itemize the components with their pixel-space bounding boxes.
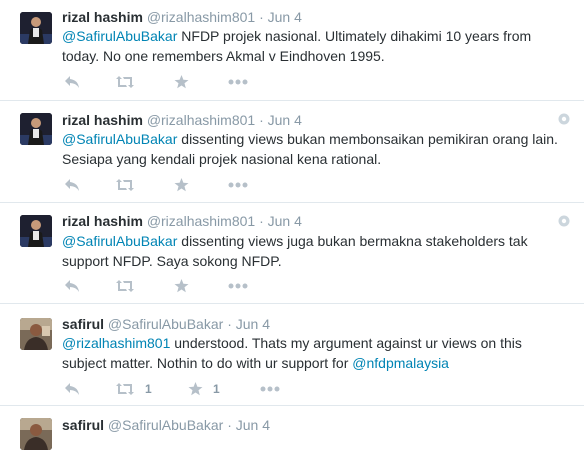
tweet-text-line: subject matter. Nothin to do with ur sup… bbox=[62, 355, 353, 371]
avatar[interactable] bbox=[20, 418, 52, 450]
tweet-header: rizal hashim @rizalhashim801 · Jun 4 bbox=[62, 111, 302, 129]
tweet[interactable]: rizal hashim @rizalhashim801 · Jun 4 @Sa… bbox=[0, 203, 584, 304]
user-fullname[interactable]: rizal hashim bbox=[62, 9, 143, 25]
more-button[interactable] bbox=[228, 175, 248, 195]
tweet[interactable]: rizal hashim @rizalhashim801 · Jun 4 @Sa… bbox=[0, 101, 584, 203]
tweet-header: rizal hashim @rizalhashim801 · Jun 4 bbox=[62, 212, 302, 230]
reply-icon bbox=[65, 383, 79, 395]
separator: · bbox=[259, 112, 264, 128]
favorite-button[interactable] bbox=[174, 72, 189, 92]
mention-link[interactable]: @SafirulAbuBakar bbox=[62, 233, 177, 249]
mention-link[interactable]: @SafirulAbuBakar bbox=[62, 28, 177, 44]
mention-link[interactable]: @SafirulAbuBakar bbox=[62, 131, 177, 147]
favorite-button[interactable] bbox=[174, 276, 189, 296]
tweet-text: @rizalhashim801 understood. Thats my arg… bbox=[62, 333, 572, 373]
tweet-timestamp[interactable]: Jun 4 bbox=[268, 9, 302, 25]
tweet-header: rizal hashim @rizalhashim801 · Jun 4 bbox=[62, 8, 302, 26]
separator: · bbox=[259, 213, 264, 229]
favorite-button[interactable] bbox=[174, 175, 189, 195]
avatar[interactable] bbox=[20, 318, 52, 350]
retweet-icon bbox=[116, 280, 134, 292]
user-fullname[interactable]: safirul bbox=[62, 417, 104, 433]
favorite-icon bbox=[174, 279, 189, 293]
more-icon bbox=[228, 79, 248, 85]
tweet-timestamp[interactable]: Jun 4 bbox=[236, 316, 270, 332]
avatar[interactable] bbox=[20, 12, 52, 44]
tweet-actions bbox=[62, 276, 362, 296]
retweet-icon bbox=[116, 76, 134, 88]
reply-button[interactable] bbox=[64, 72, 80, 92]
user-fullname[interactable]: safirul bbox=[62, 316, 104, 332]
gear-icon[interactable] bbox=[558, 215, 570, 227]
tweet-text: @SafirulAbuBakar NFDP projek nasional. U… bbox=[62, 26, 572, 66]
more-icon bbox=[228, 182, 248, 188]
avatar[interactable] bbox=[20, 215, 52, 247]
more-icon bbox=[260, 386, 280, 392]
separator: · bbox=[259, 9, 264, 25]
user-handle[interactable]: @SafirulAbuBakar bbox=[108, 417, 223, 433]
tweet-actions bbox=[62, 175, 362, 195]
retweet-button[interactable]: 1 bbox=[115, 379, 152, 399]
user-handle[interactable]: @rizalhashim801 bbox=[147, 9, 255, 25]
favorite-icon bbox=[174, 178, 189, 192]
tweet-timestamp[interactable]: Jun 4 bbox=[236, 417, 270, 433]
separator: · bbox=[227, 417, 232, 433]
tweet-timestamp[interactable]: Jun 4 bbox=[268, 213, 302, 229]
tweet-text-part: NFDP projek nasional. Ultimately dihakim… bbox=[177, 28, 532, 44]
retweet-count: 1 bbox=[145, 382, 152, 396]
tweet-text-part: understood. Thats my argument against ur… bbox=[170, 335, 522, 351]
tweet-text: @SafirulAbuBakar dissenting views bukan … bbox=[62, 129, 572, 169]
reply-button[interactable] bbox=[64, 175, 80, 195]
favorite-icon bbox=[188, 382, 203, 396]
tweet-header: safirul @SafirulAbuBakar · Jun 4 bbox=[62, 315, 270, 333]
favorite-count: 1 bbox=[213, 382, 220, 396]
tweet-text-part: dissenting views juga bukan bermakna sta… bbox=[177, 233, 528, 249]
reply-icon bbox=[65, 76, 79, 88]
more-button[interactable] bbox=[228, 276, 248, 296]
more-button[interactable] bbox=[260, 379, 280, 399]
retweet-icon bbox=[116, 179, 134, 191]
tweet[interactable]: rizal hashim @rizalhashim801 · Jun 4 @Sa… bbox=[0, 0, 584, 101]
tweet-text-line: support NFDP. Saya sokong NFDP. bbox=[62, 253, 282, 269]
user-handle[interactable]: @rizalhashim801 bbox=[147, 213, 255, 229]
more-icon bbox=[228, 283, 248, 289]
user-fullname[interactable]: rizal hashim bbox=[62, 112, 143, 128]
tweet-actions: 1 1 bbox=[62, 379, 362, 399]
favorite-icon bbox=[174, 75, 189, 89]
tweet-header: safirul @SafirulAbuBakar · Jun 4 bbox=[62, 416, 270, 434]
tweet-timestamp[interactable]: Jun 4 bbox=[268, 112, 302, 128]
retweet-button[interactable] bbox=[115, 72, 135, 92]
user-fullname[interactable]: rizal hashim bbox=[62, 213, 143, 229]
tweet[interactable]: safirul @SafirulAbuBakar · Jun 4 bbox=[0, 406, 584, 450]
tweet-text-line: today. No one remembers Akmal v Eindhove… bbox=[62, 48, 385, 64]
retweet-button[interactable] bbox=[115, 276, 135, 296]
user-handle[interactable]: @rizalhashim801 bbox=[147, 112, 255, 128]
reply-icon bbox=[65, 280, 79, 292]
retweet-icon bbox=[116, 383, 134, 395]
tweet-text-part: dissenting views bukan membonsaikan pemi… bbox=[177, 131, 558, 147]
mention-link[interactable]: @nfdpmalaysia bbox=[352, 355, 449, 371]
reply-icon bbox=[65, 179, 79, 191]
gear-icon[interactable] bbox=[558, 113, 570, 125]
more-button[interactable] bbox=[228, 72, 248, 92]
tweet-actions bbox=[62, 72, 362, 92]
mention-link[interactable]: @rizalhashim801 bbox=[62, 335, 170, 351]
tweet-timeline: rizal hashim @rizalhashim801 · Jun 4 @Sa… bbox=[0, 0, 584, 450]
tweet[interactable]: safirul @SafirulAbuBakar · Jun 4 @rizalh… bbox=[0, 304, 584, 406]
user-handle[interactable]: @SafirulAbuBakar bbox=[108, 316, 223, 332]
tweet-text: @SafirulAbuBakar dissenting views juga b… bbox=[62, 231, 572, 271]
favorite-button[interactable]: 1 bbox=[188, 379, 220, 399]
retweet-button[interactable] bbox=[115, 175, 135, 195]
reply-button[interactable] bbox=[64, 379, 80, 399]
reply-button[interactable] bbox=[64, 276, 80, 296]
avatar[interactable] bbox=[20, 113, 52, 145]
separator: · bbox=[227, 316, 232, 332]
tweet-text-line: Sesiapa yang kendali projek nasional ken… bbox=[62, 151, 382, 167]
